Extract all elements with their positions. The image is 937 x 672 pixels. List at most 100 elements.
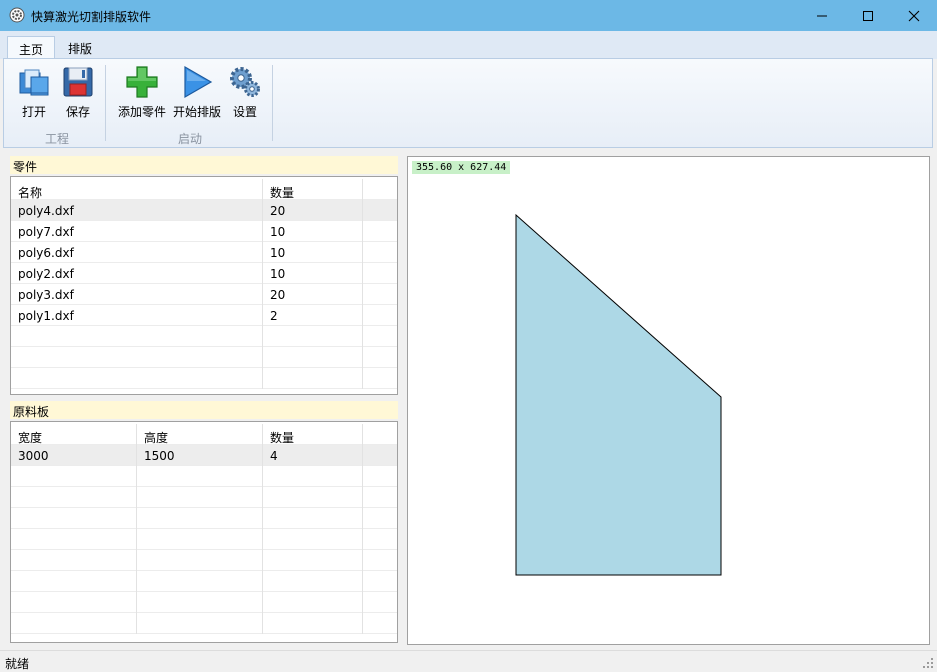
table-cell — [137, 466, 263, 487]
group-label-project: 工程 — [45, 132, 70, 146]
app-gear-icon — [9, 7, 25, 23]
empty-row — [11, 487, 397, 508]
dimension-label: 355.60 x 627.44 — [412, 161, 511, 174]
part-shape — [515, 213, 722, 576]
table-cell — [137, 613, 263, 634]
table-cell — [263, 571, 363, 592]
close-button[interactable] — [891, 0, 937, 31]
table-cell — [263, 326, 363, 347]
table-row[interactable]: poly7.dxf 10 — [11, 221, 397, 242]
ribbon-tab-strip: 主页 排版 — [0, 31, 937, 60]
table-cell: poly7.dxf — [11, 221, 263, 242]
table-cell — [263, 466, 363, 487]
table-row[interactable]: poly4.dxf 20 — [11, 200, 397, 221]
empty-row — [11, 592, 397, 613]
save-disk-icon — [63, 67, 93, 97]
save-label: 保存 — [65, 105, 90, 119]
table-cell: 2 — [263, 305, 363, 326]
column-header-quantity[interactable]: 数量 — [263, 179, 363, 200]
table-cell — [263, 550, 363, 571]
maximize-icon — [863, 11, 873, 21]
ribbon-panel: 打开 保存 工程 添加零件 开始排版 设置 启动 — [3, 58, 933, 148]
save-button[interactable]: 保存 — [58, 65, 98, 120]
table-cell — [137, 508, 263, 529]
resize-grip-icon[interactable] — [923, 658, 934, 669]
empty-row — [11, 466, 397, 487]
open-label: 打开 — [21, 105, 46, 119]
column-header-width[interactable]: 宽度 — [11, 424, 137, 445]
table-cell: 4 — [263, 445, 363, 466]
window-title: 快算激光切割排版软件 — [31, 10, 152, 24]
open-button[interactable]: 打开 — [14, 65, 54, 120]
table-cell: 10 — [263, 242, 363, 263]
play-icon — [184, 65, 213, 99]
table-cell — [263, 508, 363, 529]
table-cell — [263, 368, 363, 389]
add-plus-icon — [126, 66, 158, 98]
table-cell — [11, 550, 137, 571]
table-cell: 10 — [263, 221, 363, 242]
sheets-grid[interactable]: 宽度 高度 数量 3000 1500 4 — [10, 421, 398, 643]
table-cell: poly3.dxf — [11, 284, 263, 305]
empty-row — [11, 550, 397, 571]
preview-canvas[interactable]: 355.60 x 627.44 — [407, 156, 930, 645]
status-text: 就绪 — [5, 657, 30, 671]
table-cell: poly2.dxf — [11, 263, 263, 284]
column-header-quantity[interactable]: 数量 — [263, 424, 363, 445]
table-cell: 1500 — [137, 445, 263, 466]
column-header-name[interactable]: 名称 — [11, 179, 263, 200]
add-part-label: 添加零件 — [117, 105, 166, 119]
table-cell: poly4.dxf — [11, 200, 263, 221]
group-separator — [272, 65, 273, 141]
table-cell: 20 — [263, 284, 363, 305]
tab-home[interactable]: 主页 — [7, 36, 56, 60]
status-bar: 就绪 — [0, 650, 937, 672]
table-cell — [11, 368, 263, 389]
sheets-section-header: 原料板 — [10, 401, 398, 419]
table-cell — [11, 347, 263, 368]
empty-row — [11, 529, 397, 550]
table-cell — [11, 571, 137, 592]
table-cell — [11, 466, 137, 487]
minimize-button[interactable] — [799, 0, 845, 31]
start-nesting-button[interactable]: 开始排版 — [170, 65, 224, 120]
table-cell — [263, 347, 363, 368]
part-preview-drawing — [515, 213, 722, 576]
empty-row — [11, 347, 397, 368]
parts-grid[interactable]: 名称 数量 poly4.dxf 20 poly7.dxf 10 poly6.dxf 10 p… — [10, 176, 398, 395]
group-separator — [105, 65, 106, 141]
maximize-button[interactable] — [845, 0, 891, 31]
table-cell — [11, 487, 137, 508]
table-row[interactable]: 3000 1500 4 — [11, 445, 397, 466]
minimize-icon — [817, 15, 827, 17]
empty-row — [11, 571, 397, 592]
table-cell — [263, 529, 363, 550]
table-cell — [11, 326, 263, 347]
table-cell — [263, 613, 363, 634]
table-cell — [11, 508, 137, 529]
start-nesting-label: 开始排版 — [172, 105, 221, 119]
sheets-grid-header: 宽度 高度 数量 — [11, 424, 397, 445]
parts-section-header: 零件 — [10, 156, 398, 174]
table-row[interactable]: poly3.dxf 20 — [11, 284, 397, 305]
title-bar: 快算激光切割排版软件 — [0, 0, 937, 31]
table-cell — [11, 529, 137, 550]
table-cell — [137, 529, 263, 550]
column-header-height[interactable]: 高度 — [137, 424, 263, 445]
empty-row — [11, 613, 397, 634]
close-icon — [908, 10, 920, 22]
empty-row — [11, 508, 397, 529]
table-cell — [263, 487, 363, 508]
table-cell: 10 — [263, 263, 363, 284]
table-row[interactable]: poly1.dxf 2 — [11, 305, 397, 326]
table-cell: poly6.dxf — [11, 242, 263, 263]
table-cell — [11, 592, 137, 613]
settings-button[interactable]: 设置 — [226, 65, 264, 120]
settings-label: 设置 — [232, 105, 257, 119]
table-row[interactable]: poly2.dxf 10 — [11, 263, 397, 284]
tab-layout[interactable]: 排版 — [57, 36, 103, 60]
table-cell — [137, 571, 263, 592]
table-row[interactable]: poly6.dxf 10 — [11, 242, 397, 263]
open-folder-icon — [19, 69, 49, 96]
add-part-button[interactable]: 添加零件 — [114, 65, 170, 120]
